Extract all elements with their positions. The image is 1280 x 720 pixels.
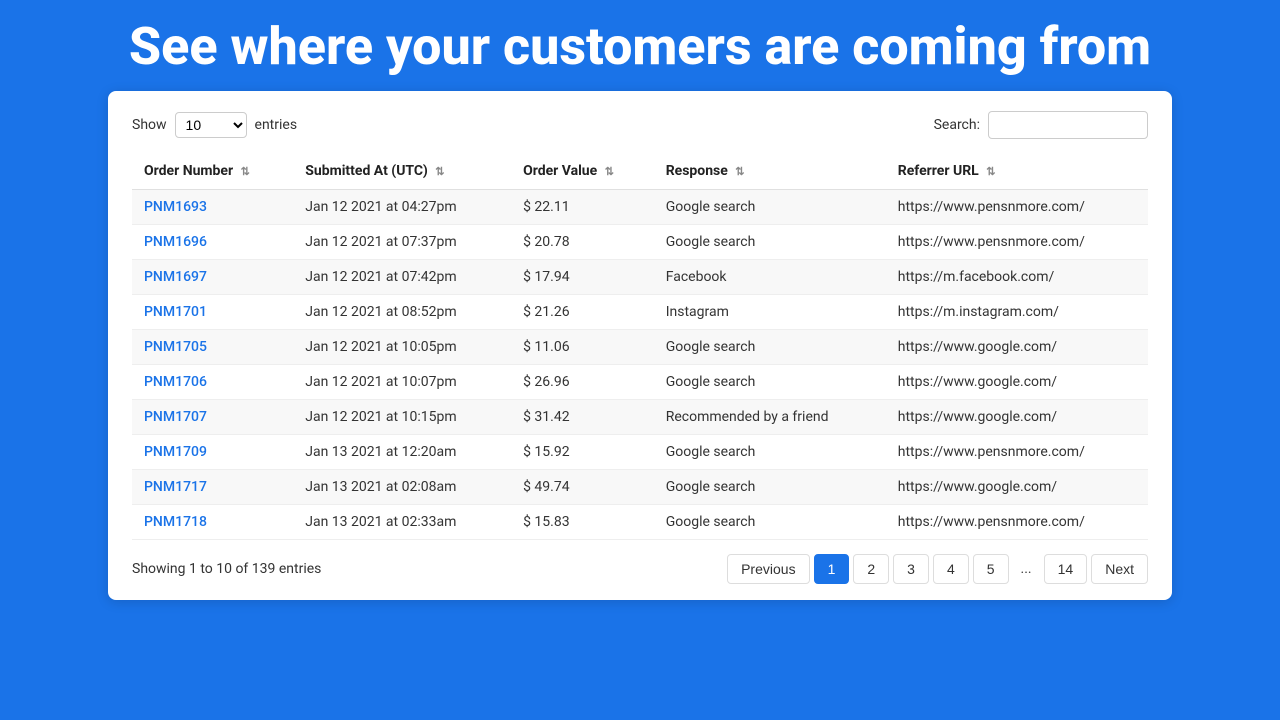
search-label: Search: (934, 117, 980, 133)
cell-referrer-url: https://www.pensnmore.com/ (886, 225, 1148, 260)
table-row: PNM1717 Jan 13 2021 at 02:08am $ 49.74 G… (132, 470, 1148, 505)
cell-response: Facebook (654, 260, 886, 295)
table-row: PNM1696 Jan 12 2021 at 07:37pm $ 20.78 G… (132, 225, 1148, 260)
pagination-page-1[interactable]: 1 (814, 554, 850, 584)
cell-submitted-at: Jan 13 2021 at 02:33am (293, 505, 511, 540)
cell-response: Google search (654, 190, 886, 225)
cell-submitted-at: Jan 13 2021 at 02:08am (293, 470, 511, 505)
table-header: Order Number ⇅ Submitted At (UTC) ⇅ Orde… (132, 153, 1148, 190)
page-title: See where your customers are coming from (0, 0, 1280, 91)
cell-referrer-url: https://www.google.com/ (886, 365, 1148, 400)
cell-referrer-url: https://www.pensnmore.com/ (886, 190, 1148, 225)
cell-order-number[interactable]: PNM1697 (132, 260, 293, 295)
show-label: Show (132, 117, 167, 133)
pagination-next[interactable]: Next (1091, 554, 1148, 584)
cell-referrer-url: https://www.pensnmore.com/ (886, 435, 1148, 470)
cell-response: Google search (654, 470, 886, 505)
cell-order-value: $ 15.92 (511, 435, 654, 470)
cell-response: Google search (654, 505, 886, 540)
pagination-previous[interactable]: Previous (727, 554, 809, 584)
sort-icon-order-number: ⇅ (241, 165, 250, 178)
main-card: Show 102550100 entries Search: Order Num… (108, 91, 1172, 600)
cell-order-value: $ 15.83 (511, 505, 654, 540)
pagination-page-3[interactable]: 3 (893, 554, 929, 584)
table-row: PNM1705 Jan 12 2021 at 10:05pm $ 11.06 G… (132, 330, 1148, 365)
entries-select[interactable]: 102550100 (175, 112, 247, 138)
cell-order-number[interactable]: PNM1707 (132, 400, 293, 435)
cell-order-value: $ 20.78 (511, 225, 654, 260)
cell-submitted-at: Jan 12 2021 at 07:42pm (293, 260, 511, 295)
cell-response: Google search (654, 365, 886, 400)
cell-response: Google search (654, 435, 886, 470)
cell-order-value: $ 17.94 (511, 260, 654, 295)
cell-order-number[interactable]: PNM1696 (132, 225, 293, 260)
table-row: PNM1693 Jan 12 2021 at 04:27pm $ 22.11 G… (132, 190, 1148, 225)
table-row: PNM1709 Jan 13 2021 at 12:20am $ 15.92 G… (132, 435, 1148, 470)
table-row: PNM1697 Jan 12 2021 at 07:42pm $ 17.94 F… (132, 260, 1148, 295)
cell-order-value: $ 31.42 (511, 400, 654, 435)
cell-order-value: $ 11.06 (511, 330, 654, 365)
table-row: PNM1718 Jan 13 2021 at 02:33am $ 15.83 G… (132, 505, 1148, 540)
cell-referrer-url: https://m.instagram.com/ (886, 295, 1148, 330)
cell-order-value: $ 22.11 (511, 190, 654, 225)
cell-order-number[interactable]: PNM1701 (132, 295, 293, 330)
table-row: PNM1706 Jan 12 2021 at 10:07pm $ 26.96 G… (132, 365, 1148, 400)
table-row: PNM1707 Jan 12 2021 at 10:15pm $ 31.42 R… (132, 400, 1148, 435)
cell-response: Recommended by a friend (654, 400, 886, 435)
cell-referrer-url: https://www.google.com/ (886, 470, 1148, 505)
cell-order-number[interactable]: PNM1705 (132, 330, 293, 365)
data-table: Order Number ⇅ Submitted At (UTC) ⇅ Orde… (132, 153, 1148, 540)
col-order-number[interactable]: Order Number ⇅ (132, 153, 293, 190)
col-response[interactable]: Response ⇅ (654, 153, 886, 190)
cell-order-number[interactable]: PNM1717 (132, 470, 293, 505)
cell-order-value: $ 26.96 (511, 365, 654, 400)
col-referrer-url[interactable]: Referrer URL ⇅ (886, 153, 1148, 190)
top-controls: Show 102550100 entries Search: (132, 111, 1148, 139)
search-input[interactable] (988, 111, 1148, 139)
search-box: Search: (934, 111, 1148, 139)
cell-response: Google search (654, 330, 886, 365)
pagination-ellipsis: ... (1013, 555, 1040, 583)
col-order-value[interactable]: Order Value ⇅ (511, 153, 654, 190)
show-entries-control: Show 102550100 entries (132, 112, 297, 138)
cell-order-number[interactable]: PNM1693 (132, 190, 293, 225)
pagination-page-4[interactable]: 4 (933, 554, 969, 584)
cell-order-value: $ 21.26 (511, 295, 654, 330)
entries-label: entries (255, 117, 298, 133)
cell-submitted-at: Jan 12 2021 at 07:37pm (293, 225, 511, 260)
cell-response: Google search (654, 225, 886, 260)
cell-order-number[interactable]: PNM1709 (132, 435, 293, 470)
cell-referrer-url: https://www.google.com/ (886, 330, 1148, 365)
cell-order-number[interactable]: PNM1718 (132, 505, 293, 540)
table-body: PNM1693 Jan 12 2021 at 04:27pm $ 22.11 G… (132, 190, 1148, 540)
pagination-page-14[interactable]: 14 (1044, 554, 1088, 584)
pagination-page-2[interactable]: 2 (853, 554, 889, 584)
sort-icon-submitted-at: ⇅ (435, 165, 444, 178)
cell-response: Instagram (654, 295, 886, 330)
cell-submitted-at: Jan 12 2021 at 10:05pm (293, 330, 511, 365)
table-row: PNM1701 Jan 12 2021 at 08:52pm $ 21.26 I… (132, 295, 1148, 330)
cell-submitted-at: Jan 12 2021 at 08:52pm (293, 295, 511, 330)
bottom-controls: Showing 1 to 10 of 139 entries Previous1… (132, 554, 1148, 584)
showing-text: Showing 1 to 10 of 139 entries (132, 561, 321, 577)
cell-submitted-at: Jan 12 2021 at 10:15pm (293, 400, 511, 435)
sort-icon-referrer-url: ⇅ (986, 165, 995, 178)
cell-order-value: $ 49.74 (511, 470, 654, 505)
sort-icon-response: ⇅ (735, 165, 744, 178)
cell-referrer-url: https://www.google.com/ (886, 400, 1148, 435)
pagination-page-5[interactable]: 5 (973, 554, 1009, 584)
cell-order-number[interactable]: PNM1706 (132, 365, 293, 400)
pagination: Previous12345...14Next (727, 554, 1148, 584)
sort-icon-order-value: ⇅ (605, 165, 614, 178)
cell-submitted-at: Jan 12 2021 at 10:07pm (293, 365, 511, 400)
cell-referrer-url: https://m.facebook.com/ (886, 260, 1148, 295)
cell-referrer-url: https://www.pensnmore.com/ (886, 505, 1148, 540)
cell-submitted-at: Jan 13 2021 at 12:20am (293, 435, 511, 470)
cell-submitted-at: Jan 12 2021 at 04:27pm (293, 190, 511, 225)
col-submitted-at[interactable]: Submitted At (UTC) ⇅ (293, 153, 511, 190)
